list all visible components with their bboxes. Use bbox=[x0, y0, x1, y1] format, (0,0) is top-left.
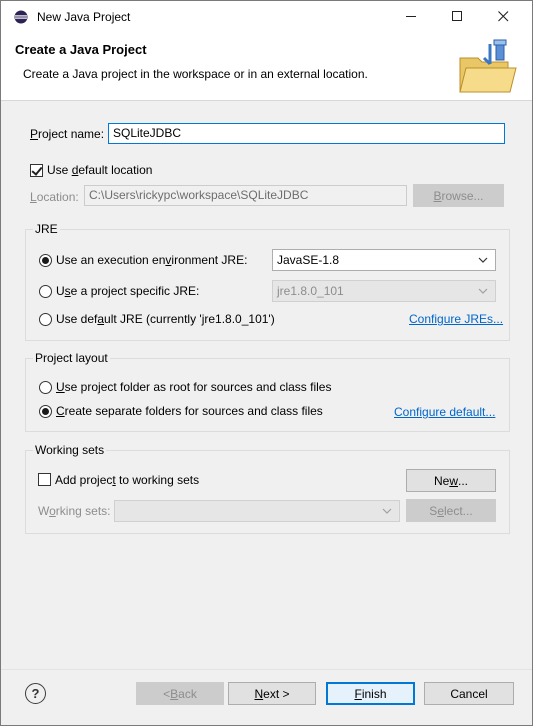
project-layout-group bbox=[25, 358, 510, 432]
use-default-location-label: Use default location bbox=[47, 163, 153, 177]
finish-button[interactable]: Finish bbox=[326, 682, 415, 705]
back-button[interactable]: < Back bbox=[136, 682, 224, 705]
window-title: New Java Project bbox=[37, 10, 131, 24]
add-to-working-sets-label: Add project to working sets bbox=[55, 473, 200, 487]
page-description: Create a Java project in the workspace o… bbox=[23, 67, 368, 81]
location-label: Location: bbox=[30, 190, 79, 204]
close-button[interactable] bbox=[480, 1, 526, 32]
project-specific-jre-value: jre1.8.0_101 bbox=[277, 284, 344, 298]
jre-execution-environment-label: Use an execution environment JRE: bbox=[56, 253, 248, 267]
use-default-location-checkbox[interactable] bbox=[30, 164, 43, 177]
title-bar: New Java Project bbox=[1, 1, 532, 32]
working-sets-select[interactable] bbox=[114, 500, 400, 522]
project-specific-jre-select[interactable]: jre1.8.0_101 bbox=[272, 280, 496, 302]
chevron-down-icon bbox=[478, 257, 488, 263]
page-title: Create a Java Project bbox=[15, 42, 147, 57]
project-name-input[interactable]: SQLiteJDBC bbox=[108, 123, 505, 144]
browse-button[interactable]: Browse... bbox=[413, 184, 504, 207]
select-working-sets-button[interactable]: Se lect... bbox=[406, 499, 496, 522]
add-to-working-sets-checkbox[interactable] bbox=[38, 473, 51, 486]
close-icon bbox=[497, 11, 508, 22]
new-working-set-button[interactable]: Ne w... bbox=[406, 469, 496, 492]
execution-environment-select[interactable]: JavaSE-1.8 bbox=[272, 249, 496, 271]
project-layout-group-title: Project layout bbox=[33, 351, 110, 365]
jre-default-label: Use default JRE (currently 'jre1.8.0_101… bbox=[56, 312, 275, 326]
configure-jres-link[interactable]: Configure JREs... bbox=[409, 312, 503, 326]
layout-project-root-radio[interactable] bbox=[39, 381, 52, 394]
wizard-header: Create a Java Project Create a Java proj… bbox=[1, 32, 532, 101]
layout-separate-folders-label: Create separate folders for sources and … bbox=[56, 404, 323, 418]
working-sets-label: Working sets: bbox=[38, 504, 111, 518]
chevron-down-icon bbox=[478, 288, 488, 294]
jre-group-title: JRE bbox=[33, 222, 60, 236]
eclipse-icon bbox=[14, 10, 28, 24]
footer-separator bbox=[1, 669, 532, 670]
execution-environment-value: JavaSE-1.8 bbox=[277, 253, 340, 267]
next-button[interactable]: Next > bbox=[228, 682, 316, 705]
working-sets-group-title: Working sets bbox=[33, 443, 107, 457]
help-button[interactable]: ? bbox=[25, 683, 46, 704]
configure-default-link[interactable]: Configure default... bbox=[394, 405, 495, 419]
cancel-button[interactable]: Cancel bbox=[424, 682, 514, 705]
location-input[interactable]: C:\Users\rickypc\workspace\SQLiteJDBC bbox=[84, 185, 407, 206]
layout-separate-folders-radio[interactable] bbox=[39, 405, 52, 418]
layout-project-root-label: Use project folder as root for sources a… bbox=[56, 380, 332, 394]
jre-default-radio[interactable] bbox=[39, 313, 52, 326]
jre-execution-environment-radio[interactable] bbox=[39, 254, 52, 267]
chevron-down-icon bbox=[382, 508, 392, 514]
project-name-label: Project name: bbox=[30, 127, 105, 141]
help-icon: ? bbox=[31, 686, 40, 701]
maximize-icon bbox=[451, 11, 462, 21]
minimize-icon bbox=[405, 16, 416, 17]
new-java-project-dialog: New Java Project Create a Java Project C… bbox=[0, 0, 533, 726]
new-java-project-folder-icon bbox=[459, 39, 517, 93]
minimize-button[interactable] bbox=[388, 1, 434, 32]
maximize-button[interactable] bbox=[434, 1, 480, 32]
jre-project-specific-radio[interactable] bbox=[39, 285, 52, 298]
jre-project-specific-label: Use a project specific JRE: bbox=[56, 284, 200, 298]
